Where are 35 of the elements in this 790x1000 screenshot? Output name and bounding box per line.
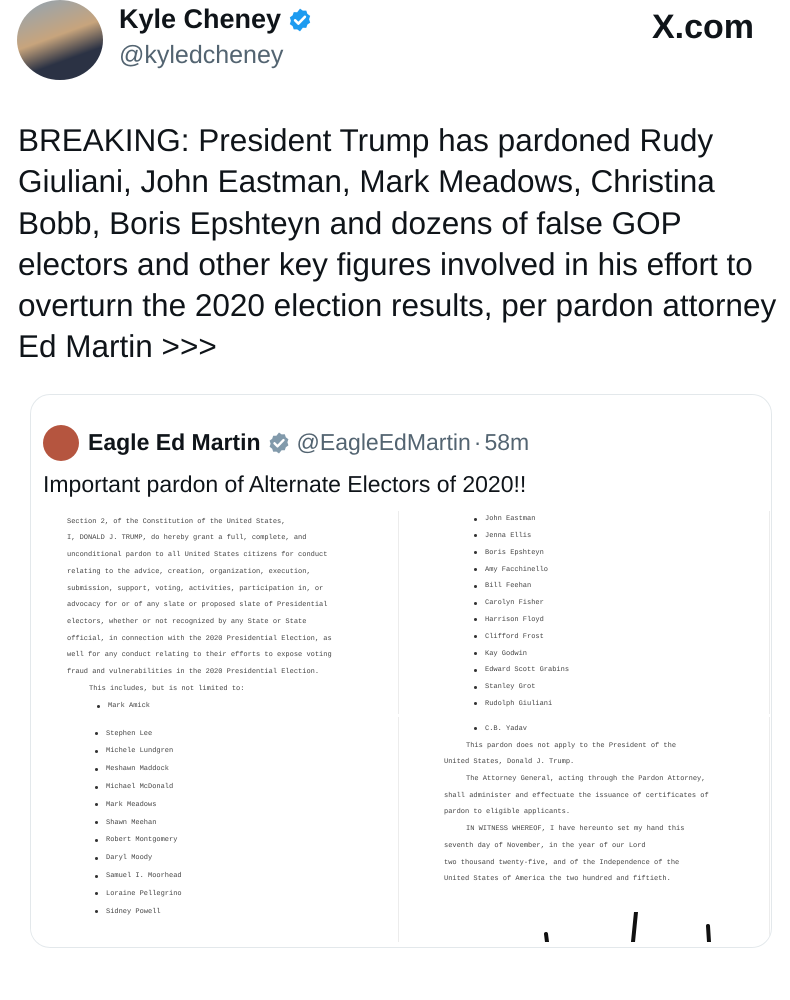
quote-card[interactable] xyxy=(30,394,772,948)
bullet-dot xyxy=(474,568,477,572)
bullet-dot xyxy=(95,856,98,860)
bullet-dot xyxy=(474,584,477,588)
site-label: X.com xyxy=(652,8,754,47)
tweet-text: BREAKING: President Trump has pardoned Rudy Giuliani, John Eastman, Mark Meadows, Christina Bobb, Boris Epshteyn and dozens of false GOP electors and other key figures involved in his effort to overturn the 2020 election results, per pardon attorney Ed Martin >>> xyxy=(18,121,778,366)
bullet-dot xyxy=(95,874,98,878)
bullet-dot xyxy=(474,727,477,730)
separator-dot: · xyxy=(474,429,482,456)
bullet-dot xyxy=(474,551,477,554)
bullet-dot xyxy=(95,821,98,824)
post-time: 58m xyxy=(484,429,530,456)
bullet-dot xyxy=(474,652,477,656)
bullet-dot xyxy=(95,838,98,842)
bullet-dot xyxy=(95,803,98,806)
bullet-dot xyxy=(97,704,100,708)
author-handle[interactable]: @EagleEdMartin xyxy=(296,429,471,456)
bullet-dot xyxy=(474,686,477,689)
bullet-dot xyxy=(95,732,98,736)
bullet-dot xyxy=(474,518,477,521)
author-name[interactable]: Eagle Ed Martin xyxy=(88,429,261,456)
author-handle[interactable]: @kyledcheney xyxy=(119,41,314,70)
bullet-dot xyxy=(95,768,98,771)
bullet-dot xyxy=(95,786,98,789)
bullet-dot xyxy=(474,618,477,622)
bullet-dot xyxy=(95,910,98,914)
bullet-dot xyxy=(474,702,477,706)
bullet-dot xyxy=(95,892,98,896)
bullet-dot xyxy=(474,668,477,672)
author-name[interactable]: Kyle Cheney xyxy=(119,4,282,35)
bullet-dot xyxy=(474,534,477,538)
bullet-dot xyxy=(474,602,477,605)
quote-text: Important pardon of Alternate Electors of 2020!! xyxy=(42,470,528,498)
bullet-dot xyxy=(95,750,98,753)
bullet-dot xyxy=(474,635,477,638)
